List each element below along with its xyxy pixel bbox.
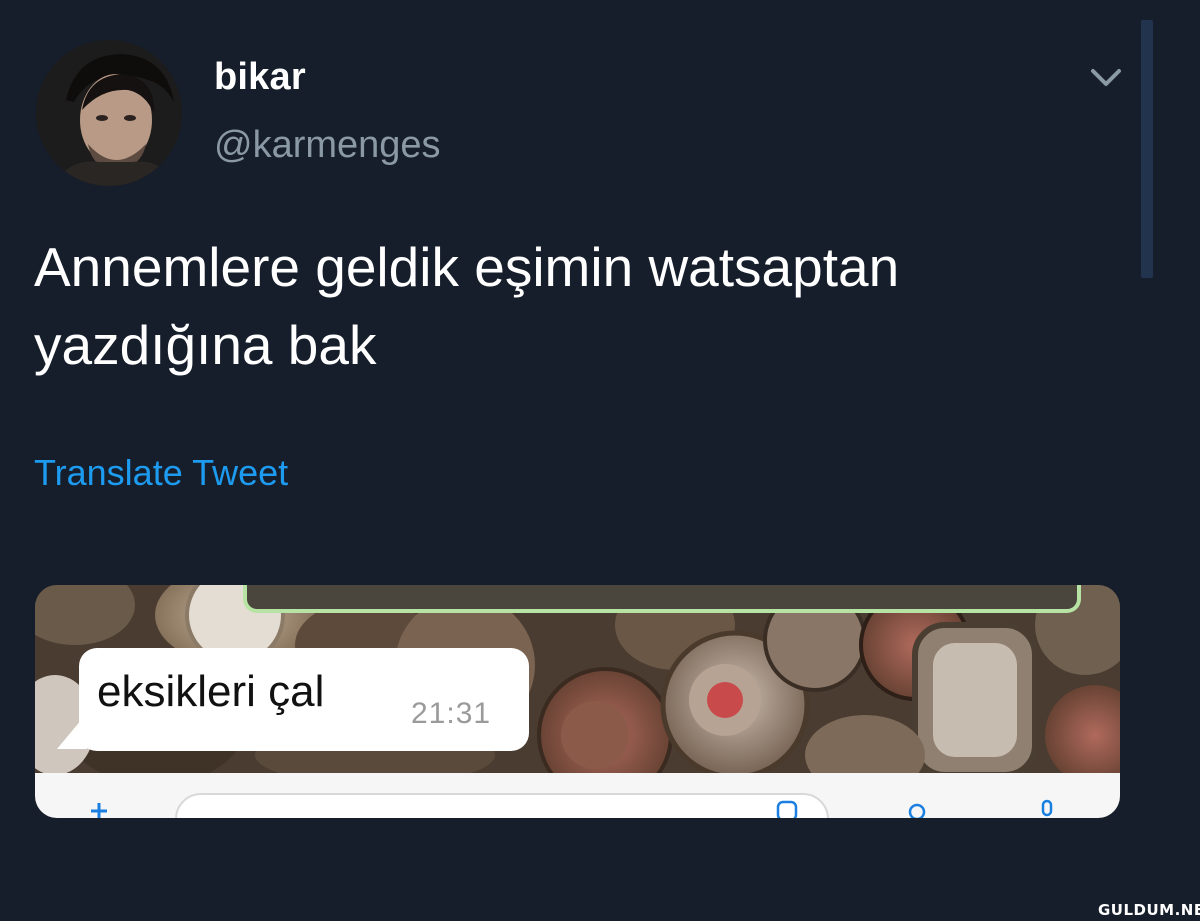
avatar[interactable] — [36, 40, 182, 186]
user-handle[interactable]: @karmenges — [214, 124, 441, 167]
microphone-icon — [1035, 799, 1059, 818]
outgoing-message-bubble — [243, 585, 1081, 613]
display-name[interactable]: bikar — [214, 56, 306, 99]
plus-icon — [87, 799, 111, 818]
message-input — [175, 793, 829, 818]
camera-icon — [905, 799, 929, 818]
translate-tweet-link[interactable]: Translate Tweet — [34, 452, 288, 494]
tweet-text: Annemlere geldik eşimin watsaptan yazdığ… — [34, 236, 900, 376]
tweet-media-image[interactable]: eksikleri çal 21:31 — [35, 585, 1120, 818]
tweet-screen: bikar @karmenges Annemlere geldik eşimin… — [0, 0, 1200, 921]
profile-photo-icon — [36, 40, 182, 186]
sticker-icon — [775, 799, 799, 818]
scrollbar[interactable] — [1141, 20, 1153, 278]
chat-input-bar — [35, 773, 1120, 818]
chat-message-text: eksikleri çal — [97, 667, 325, 716]
watermark: GULDUM.NET — [1098, 901, 1200, 919]
chat-message-time: 21:31 — [411, 697, 492, 730]
chevron-down-icon[interactable] — [1088, 60, 1124, 96]
